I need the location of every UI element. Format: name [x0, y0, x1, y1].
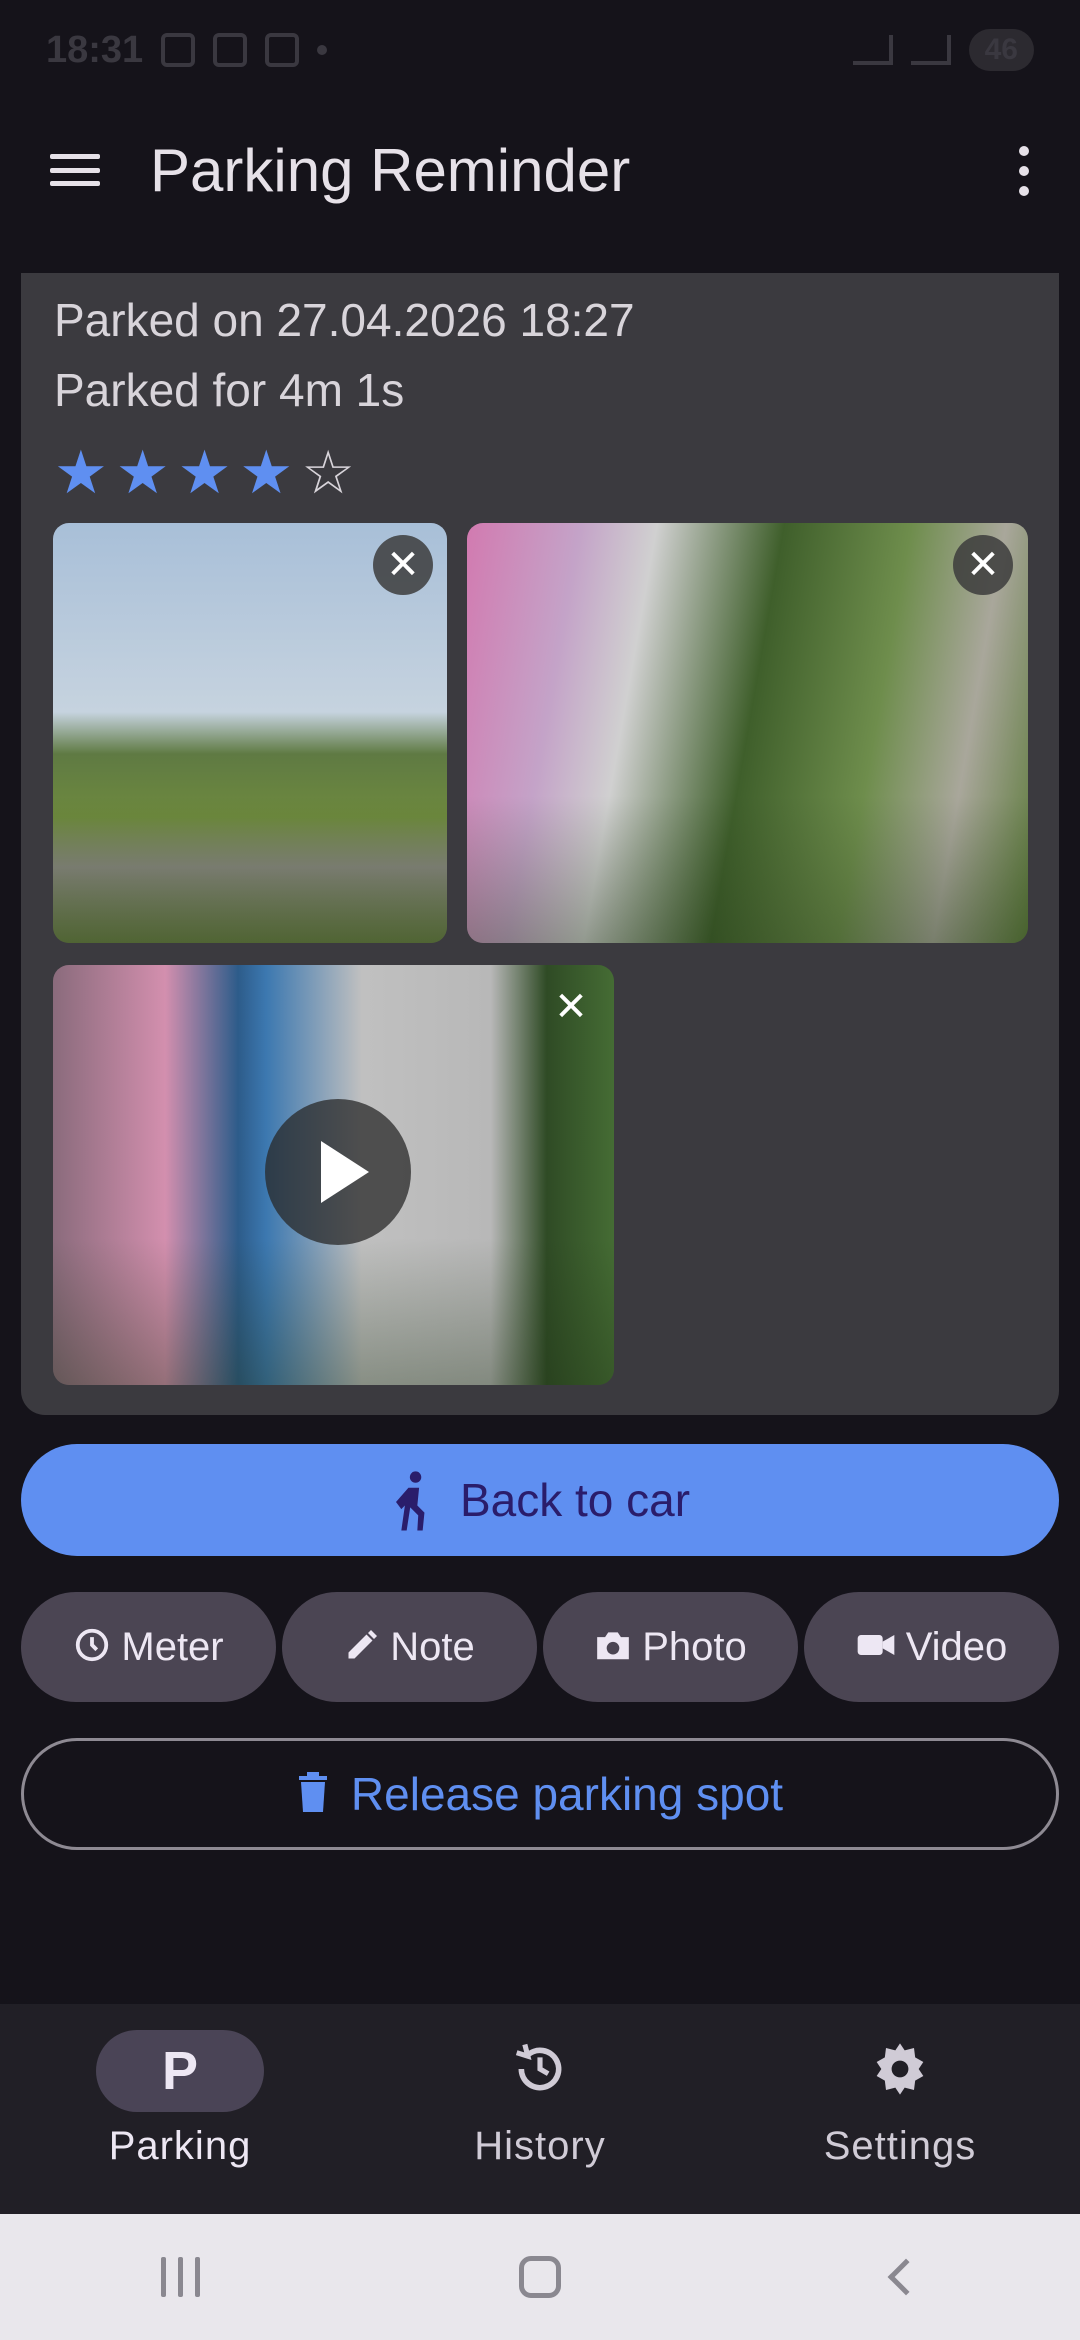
video-thumbnail[interactable]: ✕ [53, 965, 614, 1385]
battery-badge: 46 [968, 29, 1034, 71]
nav-history[interactable]: History [360, 2004, 720, 2214]
back-to-car-label: Back to car [459, 1474, 691, 1526]
mute-icon [852, 35, 893, 65]
video-button[interactable]: Video [804, 1592, 1059, 1702]
app-title: Parking Reminder [150, 136, 631, 204]
notification-dot-icon [317, 45, 328, 55]
signal-icon [910, 35, 951, 65]
meter-label: Meter [121, 1624, 224, 1669]
more-dot [1019, 186, 1029, 196]
home-button[interactable] [500, 2247, 580, 2307]
recents-bar [160, 2257, 166, 2297]
parking-card: Parked on 27.04.2026 18:27 Parked for 4m… [21, 273, 1059, 1415]
mail-status-icon [265, 33, 300, 67]
clock-icon [73, 1626, 111, 1669]
remove-photo-button[interactable]: ✕ [373, 535, 433, 595]
nav-parking-label: Parking [108, 2124, 252, 2168]
screenshot-status-icon [213, 33, 248, 67]
video-shade [53, 1238, 614, 1385]
status-bar: 18:31 46 [0, 0, 1080, 100]
rating-star-icon[interactable]: ★ [239, 443, 293, 503]
recents-button[interactable] [140, 2247, 220, 2307]
photo-shade [467, 796, 1028, 943]
rating-star-icon[interactable]: ★ [54, 443, 108, 503]
app-bar: Parking Reminder [0, 100, 1080, 240]
bottom-navigation: P Parking History Settings [0, 2004, 1080, 2214]
home-icon [519, 2256, 561, 2298]
menu-line [50, 181, 100, 186]
back-chevron-icon [887, 2258, 925, 2296]
note-label: Note [390, 1624, 475, 1669]
photo-thumbnail[interactable]: ✕ [53, 523, 447, 943]
settings-status-icon [161, 33, 196, 67]
trash-icon [297, 1771, 329, 1817]
play-video-button[interactable] [265, 1099, 411, 1245]
walking-icon [390, 1470, 426, 1531]
camera-icon [594, 1628, 632, 1667]
status-time: 18:31 [46, 28, 144, 71]
screen: 18:31 46 Parking Reminder Parked on 27.0… [0, 0, 1080, 2340]
action-chips: Meter Note Photo Video [21, 1592, 1059, 1702]
note-button[interactable]: Note [282, 1592, 537, 1702]
photo-label: Photo [642, 1624, 747, 1669]
photo-shade [53, 796, 447, 943]
gear-icon [872, 2041, 928, 2102]
release-parking-button[interactable]: Release parking spot [21, 1738, 1059, 1850]
status-left: 18:31 [46, 28, 328, 72]
play-icon [321, 1141, 369, 1203]
nav-history-label: History [474, 2124, 606, 2168]
parked-on-text: Parked on 27.04.2026 18:27 [54, 294, 635, 346]
photo-thumbnail[interactable]: ✕ [467, 523, 1028, 943]
videocam-icon [856, 1630, 896, 1665]
nav-settings-label: Settings [823, 2124, 977, 2168]
more-options-button[interactable] [1014, 146, 1034, 196]
recents-bar [194, 2257, 200, 2297]
rating-star-icon[interactable]: ★ [116, 443, 170, 503]
status-right: 46 [852, 29, 1034, 71]
rating-star-icon[interactable]: ☆ [301, 443, 355, 503]
nav-settings[interactable]: Settings [720, 2004, 1080, 2214]
menu-button[interactable] [50, 150, 100, 190]
remove-video-button[interactable]: ✕ [541, 977, 601, 1037]
system-navigation-bar [0, 2214, 1080, 2340]
photo-button[interactable]: Photo [543, 1592, 798, 1702]
parking-p-icon: P [161, 2041, 199, 2101]
more-dot [1019, 146, 1029, 156]
more-dot [1019, 166, 1029, 176]
rating-stars: ★ ★ ★ ★ ☆ [54, 443, 355, 503]
menu-line [50, 167, 100, 173]
parked-for-text: Parked for 4m 1s [54, 364, 405, 416]
nav-settings-pill [816, 2030, 984, 2112]
history-icon [512, 2041, 568, 2102]
back-to-car-button[interactable]: Back to car [21, 1444, 1059, 1556]
video-label: Video [905, 1624, 1008, 1669]
pencil-icon [344, 1627, 380, 1668]
nav-history-pill [456, 2030, 624, 2112]
system-back-button[interactable] [860, 2247, 940, 2307]
recents-bar [177, 2257, 183, 2297]
rating-star-icon[interactable]: ★ [178, 443, 232, 503]
remove-photo-button[interactable]: ✕ [953, 535, 1013, 595]
release-parking-label: Release parking spot [350, 1768, 784, 1820]
meter-button[interactable]: Meter [21, 1592, 276, 1702]
nav-parking-pill: P [96, 2030, 264, 2112]
menu-line [50, 154, 100, 159]
nav-parking[interactable]: P Parking [0, 2004, 360, 2214]
